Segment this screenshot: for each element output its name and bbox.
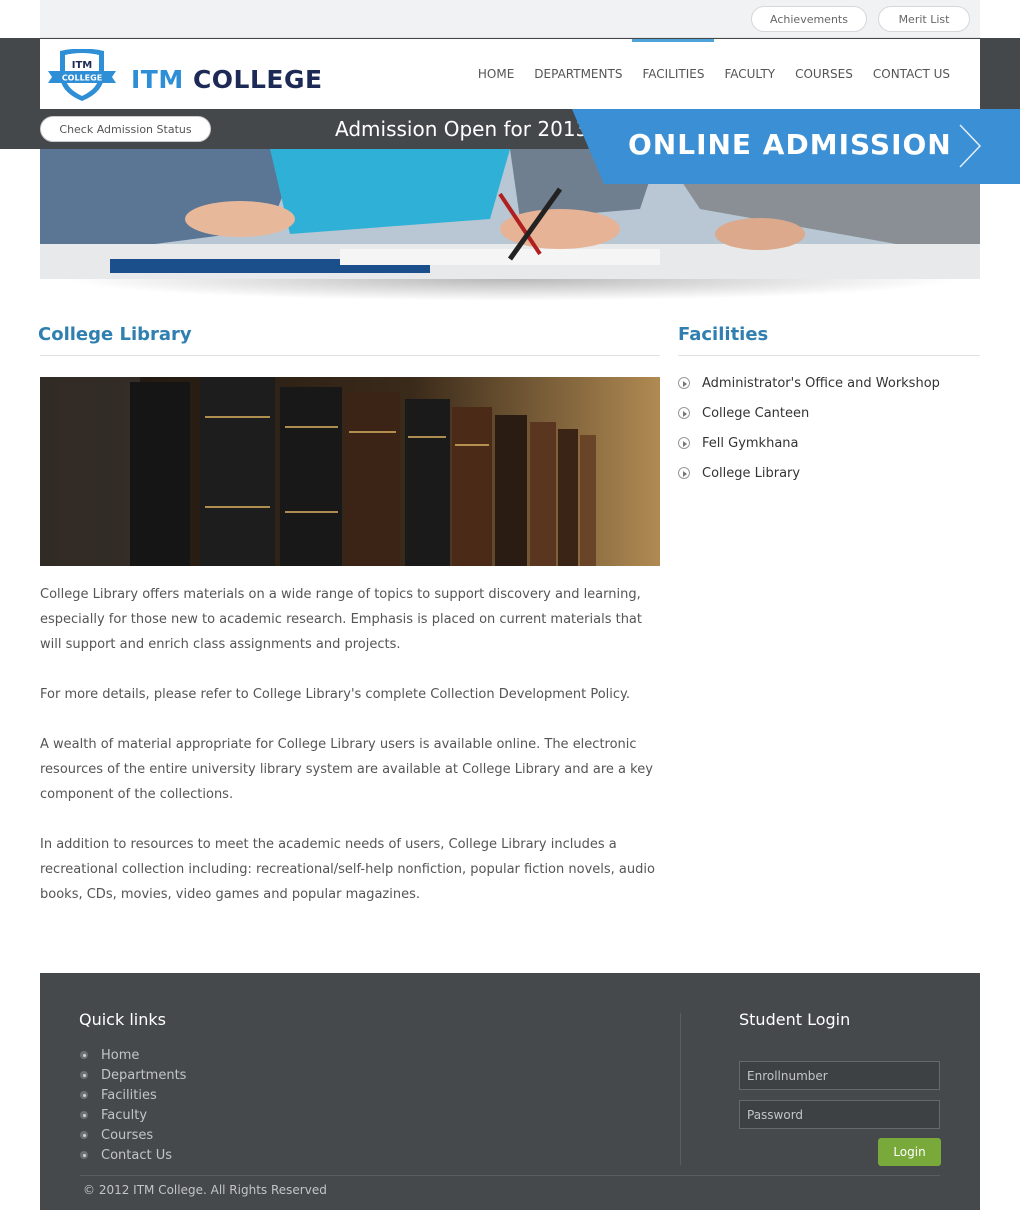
- facility-canteen[interactable]: College Canteen: [678, 398, 940, 428]
- facilities-list: Administrator's Office and Workshop Coll…: [678, 368, 940, 488]
- online-admission-label: ONLINE ADMISSION: [628, 128, 952, 161]
- facility-library[interactable]: College Library: [678, 458, 940, 488]
- footer-divider-vertical: [680, 1013, 681, 1165]
- facility-label: Fell Gymkhana: [702, 435, 799, 451]
- page-title: College Library: [38, 324, 192, 345]
- quick-links-list: Home Departments Facilities Faculty Cour…: [80, 1045, 186, 1165]
- student-login-title: Student Login: [739, 1010, 851, 1029]
- facility-label: College Library: [702, 465, 801, 481]
- main-nav: HOME DEPARTMENTS FACILITIES FACULTY COUR…: [468, 39, 960, 109]
- password-input[interactable]: [739, 1100, 940, 1129]
- nav-departments[interactable]: DEPARTMENTS: [524, 39, 632, 109]
- library-description: College Library offers materials on a wi…: [40, 582, 665, 932]
- library-books-image: [40, 377, 660, 566]
- logo-wordmark: ITM COLLEGE: [131, 65, 323, 94]
- arrow-circle-icon: [678, 437, 690, 449]
- top-link-bar: Achievements Merit List: [40, 0, 980, 38]
- bullet-dot-icon: [80, 1151, 88, 1159]
- enroll-number-input[interactable]: [739, 1061, 940, 1090]
- logo-badge-ribbon: COLLEGE: [62, 74, 102, 83]
- copyright-text: © 2012 ITM College. All Rights Reserved: [83, 1183, 327, 1197]
- bookshelf-illustration: [40, 377, 660, 566]
- site-header: ITM COLLEGE ITM COLLEGE HOME DEPARTMENTS…: [40, 39, 980, 109]
- nav-courses[interactable]: COURSES: [785, 39, 863, 109]
- quick-link-label: Contact Us: [101, 1147, 172, 1163]
- shield-logo-icon: ITM COLLEGE: [48, 48, 116, 101]
- bullet-dot-icon: [80, 1111, 88, 1119]
- quick-link-faculty[interactable]: Faculty: [80, 1105, 186, 1125]
- logo-name-itm: ITM: [131, 65, 184, 94]
- nav-home[interactable]: HOME: [468, 39, 524, 109]
- bullet-dot-icon: [80, 1091, 88, 1099]
- paragraph: In addition to resources to meet the aca…: [40, 837, 655, 902]
- facility-label: College Canteen: [702, 405, 810, 421]
- logo-name-college: COLLEGE: [192, 65, 323, 94]
- arrow-circle-icon: [678, 467, 690, 479]
- quick-link-departments[interactable]: Departments: [80, 1065, 186, 1085]
- facility-label: Administrator's Office and Workshop: [702, 375, 940, 391]
- quick-link-label: Home: [101, 1047, 140, 1063]
- quick-link-label: Facilities: [101, 1087, 157, 1103]
- online-admission-button[interactable]: ONLINE ADMISSION: [572, 109, 1020, 184]
- quick-link-label: Departments: [101, 1067, 187, 1083]
- sidebar-title: Facilities: [678, 324, 769, 345]
- nav-contact-us[interactable]: CONTACT US: [863, 39, 960, 109]
- check-admission-status-button[interactable]: Check Admission Status: [40, 116, 211, 142]
- paragraph: For more details, please refer to Colleg…: [40, 687, 631, 702]
- paragraph: A wealth of material appropriate for Col…: [40, 737, 653, 802]
- arrow-circle-icon: [678, 377, 690, 389]
- nav-faculty[interactable]: FACULTY: [714, 39, 785, 109]
- paragraph: College Library offers materials on a wi…: [40, 587, 642, 652]
- quick-link-courses[interactable]: Courses: [80, 1125, 186, 1145]
- bullet-dot-icon: [80, 1131, 88, 1139]
- site-logo[interactable]: ITM COLLEGE ITM COLLEGE: [46, 48, 356, 103]
- footer-divider-horizontal: [80, 1175, 940, 1176]
- quick-link-contact-us[interactable]: Contact Us: [80, 1145, 186, 1165]
- chevron-right-icon: [959, 124, 982, 168]
- arrow-circle-icon: [678, 407, 690, 419]
- nav-facilities[interactable]: FACILITIES: [632, 39, 715, 109]
- achievements-link[interactable]: Achievements: [751, 6, 867, 32]
- quick-link-label: Faculty: [101, 1107, 148, 1123]
- facility-admin-office[interactable]: Administrator's Office and Workshop: [678, 368, 940, 398]
- quick-link-label: Courses: [101, 1127, 154, 1143]
- quick-links-title: Quick links: [79, 1010, 166, 1029]
- sidebar-divider: [678, 355, 980, 356]
- facility-gymkhana[interactable]: Fell Gymkhana: [678, 428, 940, 458]
- bullet-dot-icon: [80, 1071, 88, 1079]
- banner-shadow: [60, 279, 960, 301]
- site-footer: Quick links Home Departments Facilities …: [40, 973, 980, 1210]
- login-button[interactable]: Login: [878, 1138, 941, 1166]
- merit-list-link[interactable]: Merit List: [878, 6, 970, 32]
- bullet-dot-icon: [80, 1051, 88, 1059]
- quick-link-facilities[interactable]: Facilities: [80, 1085, 186, 1105]
- quick-link-home[interactable]: Home: [80, 1045, 186, 1065]
- logo-badge-top: ITM: [72, 60, 93, 71]
- admission-open-text: Admission Open for 2013: [335, 117, 589, 141]
- title-divider: [40, 355, 660, 356]
